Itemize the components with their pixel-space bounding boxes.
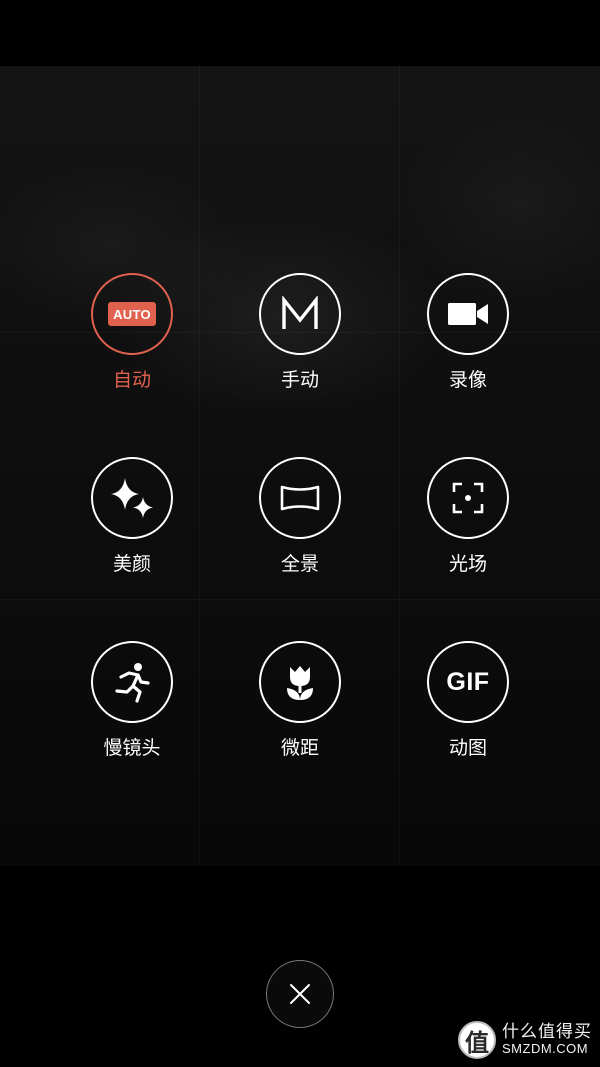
running-person-icon (115, 663, 150, 703)
mode-slowmo-button[interactable]: 慢镜头 (67, 641, 197, 760)
watermark-logo-icon: 值 (458, 1021, 496, 1059)
mode-manual-button[interactable]: 手动 (235, 273, 365, 392)
mode-beauty-label: 美颜 (112, 553, 151, 575)
watermark-en-text: SMZDM.COM (502, 1041, 589, 1057)
mode-panorama-circle (259, 457, 341, 539)
mode-manual-circle (259, 273, 341, 355)
mode-macro-label: 微距 (280, 737, 319, 759)
manual-m-icon (282, 296, 318, 329)
mode-video-label: 录像 (448, 369, 487, 391)
watermark-text: 什么值得买 SMZDM.COM (502, 1021, 592, 1057)
tulip-macro-icon (287, 666, 313, 700)
grid-line-horizontal-2 (0, 599, 600, 600)
mode-panorama-label: 全景 (280, 553, 319, 575)
grid-line-vertical-2 (399, 66, 400, 866)
mode-beauty-button[interactable]: 美颜 (67, 457, 197, 576)
grid-line-vertical-1 (199, 66, 200, 866)
mode-auto-button[interactable]: AUTO 自动 (67, 273, 197, 392)
focus-frame-icon (452, 482, 484, 514)
gif-icon: GIF (446, 667, 490, 696)
mode-gif-button[interactable]: GIF 动图 (403, 641, 533, 760)
mode-slowmo-label: 慢镜头 (103, 737, 161, 759)
watermark-cn-text: 什么值得买 (502, 1021, 592, 1042)
mode-panorama-button[interactable]: 全景 (235, 457, 365, 576)
mode-slowmo-circle (91, 641, 173, 723)
close-button[interactable] (266, 960, 334, 1028)
mode-lightfield-label: 光场 (448, 553, 487, 575)
mode-auto-circle: AUTO (91, 273, 173, 355)
sparkle-icon (111, 478, 153, 518)
mode-manual-label: 手动 (280, 369, 319, 391)
mode-video-circle (427, 273, 509, 355)
mode-lightfield-button[interactable]: 光场 (403, 457, 533, 576)
close-icon (290, 984, 310, 1004)
mode-macro-circle (259, 641, 341, 723)
mode-gif-circle: GIF (427, 641, 509, 723)
video-camera-icon (448, 303, 488, 325)
mode-auto-label: 自动 (112, 369, 151, 391)
mode-lightfield-circle (427, 457, 509, 539)
auto-badge-icon: AUTO (108, 302, 156, 326)
mode-macro-button[interactable]: 微距 (235, 641, 365, 760)
mode-gif-label: 动图 (448, 737, 487, 759)
smzdm-watermark: 值 什么值得买 SMZDM.COM (458, 1021, 592, 1059)
mode-beauty-circle (91, 457, 173, 539)
panorama-icon (280, 485, 320, 511)
mode-video-button[interactable]: 录像 (403, 273, 533, 392)
